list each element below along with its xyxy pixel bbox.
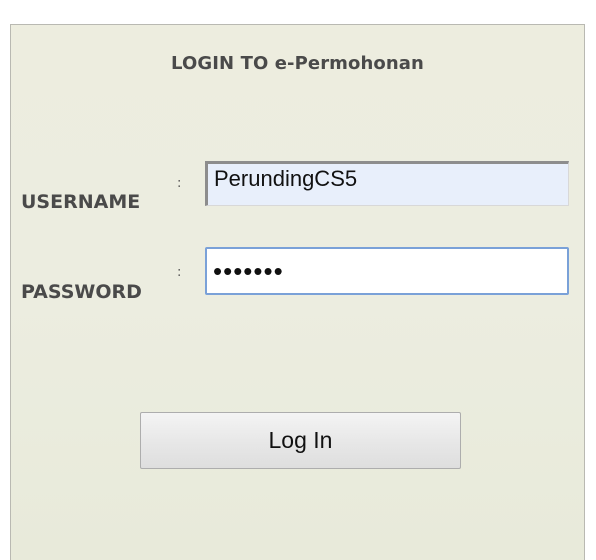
username-label: USERNAME bbox=[21, 191, 141, 213]
login-panel: LOGIN TO e-Permohonan USERNAME : PASSWOR… bbox=[10, 24, 585, 560]
page-title: LOGIN TO e-Permohonan bbox=[171, 53, 424, 74]
username-colon: : bbox=[177, 176, 182, 191]
password-input[interactable] bbox=[205, 247, 569, 295]
password-label: PASSWORD bbox=[21, 281, 142, 303]
username-input[interactable] bbox=[205, 161, 569, 206]
login-button[interactable]: Log In bbox=[140, 412, 461, 469]
password-colon: : bbox=[177, 265, 182, 280]
